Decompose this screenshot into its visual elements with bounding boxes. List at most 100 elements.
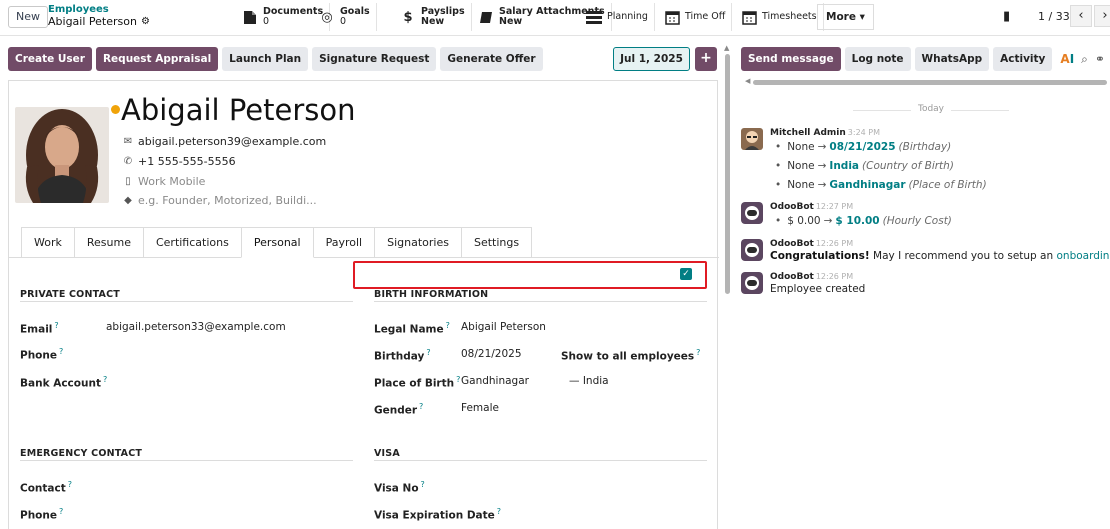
- tab-work[interactable]: Work: [21, 227, 75, 257]
- date-button[interactable]: Jul 1, 2025: [613, 47, 690, 71]
- chatter-hscrollbar[interactable]: ◀: [745, 77, 1107, 85]
- legal-name-value[interactable]: Abigail Peterson: [461, 321, 546, 333]
- country-of-birth-field[interactable]: — India: [569, 375, 609, 387]
- create-user-button[interactable]: Create User: [8, 47, 92, 71]
- gender-field[interactable]: Female: [461, 402, 499, 414]
- visa-heading: VISA: [374, 448, 400, 459]
- place-of-birth-field[interactable]: Gandhinagar: [461, 375, 529, 387]
- envelope-icon: ✉: [123, 136, 133, 147]
- message-author[interactable]: OdooBot: [770, 272, 814, 282]
- tags-row[interactable]: ◆ e.g. Founder, Motorized, Buildi...: [123, 194, 317, 207]
- work-mobile-row[interactable]: ▯ Work Mobile: [123, 175, 205, 188]
- breadcrumb: Employees Abigail Peterson ⚙: [48, 4, 150, 28]
- tab-settings[interactable]: Settings: [460, 227, 533, 257]
- chatter-toolbar: Send message Log note WhatsApp Activity …: [741, 47, 1110, 71]
- smart-button-goals[interactable]: ◎ Goals 0: [313, 3, 377, 31]
- documents-count: 0: [263, 16, 270, 27]
- ai-icon[interactable]: AI: [1060, 52, 1074, 66]
- private-email-value[interactable]: abigail.peterson33@example.com: [106, 321, 286, 333]
- scroll-up-icon[interactable]: ▲: [724, 44, 729, 52]
- pager-next-button[interactable]: ›: [1094, 5, 1110, 27]
- breadcrumb-current-label: Abigail Peterson: [48, 15, 137, 28]
- smart-button-planning[interactable]: Planning: [580, 3, 655, 31]
- birthday-field[interactable]: 08/21/2025: [461, 348, 522, 360]
- message-body: Employee created: [770, 283, 866, 295]
- tab-certifications[interactable]: Certifications: [142, 227, 242, 257]
- launch-plan-button[interactable]: Launch Plan: [222, 47, 309, 71]
- new-button[interactable]: New: [8, 6, 48, 28]
- phone-icon: ✆: [123, 156, 133, 167]
- odoobot-avatar[interactable]: [741, 272, 763, 294]
- gear-icon[interactable]: ⚙: [141, 16, 150, 28]
- generate-offer-button[interactable]: Generate Offer: [440, 47, 543, 71]
- pager-value[interactable]: 1 / 33: [1038, 10, 1070, 23]
- tab-resume[interactable]: Resume: [73, 227, 144, 257]
- activity-button[interactable]: Activity: [993, 47, 1053, 71]
- message-author[interactable]: Mitchell Admin: [770, 128, 846, 138]
- pager-previous-button[interactable]: ‹: [1070, 5, 1092, 27]
- odoobot-avatar[interactable]: [741, 239, 763, 261]
- paperclip-icon[interactable]: ⚭: [1095, 52, 1105, 66]
- scroll-left-icon[interactable]: ◀: [745, 77, 750, 85]
- odoobot-avatar[interactable]: [741, 202, 763, 224]
- work-phone-row[interactable]: ✆ +1 555-555-5556: [123, 155, 236, 168]
- more-button[interactable]: More ▾: [817, 4, 874, 30]
- log-note-button[interactable]: Log note: [844, 47, 911, 71]
- add-button[interactable]: +: [695, 47, 717, 71]
- emergency-contact-heading: EMERGENCY CONTACT: [20, 448, 143, 459]
- visa-no-label: Visa No?: [374, 480, 425, 495]
- request-appraisal-button[interactable]: Request Appraisal: [95, 47, 219, 71]
- emergency-phone-label: Phone?: [20, 507, 64, 522]
- timesheets-label: Timesheets: [762, 11, 817, 22]
- tab-personal[interactable]: Personal: [240, 227, 314, 258]
- signature-request-button[interactable]: Signature Request: [312, 47, 437, 71]
- onboarding-plan-link[interactable]: onboarding plan?: [1056, 250, 1110, 262]
- mobile-icon: ▯: [125, 176, 131, 187]
- employee-name[interactable]: Abigail Peterson: [121, 93, 355, 127]
- visa-expiration-label: Visa Expiration Date?: [374, 507, 502, 522]
- message-author[interactable]: OdooBot: [770, 202, 814, 212]
- avatar[interactable]: [741, 128, 763, 150]
- date-separator: Today: [853, 104, 1009, 114]
- work-mobile-field[interactable]: Work Mobile: [138, 175, 205, 188]
- show-to-all-checkbox[interactable]: ✓: [680, 268, 692, 280]
- planning-icon: [586, 9, 602, 25]
- bookmark-icon[interactable]: ▮: [1003, 9, 1010, 24]
- time-off-label: Time Off: [685, 11, 726, 22]
- emergency-contact-label: Contact?: [20, 480, 72, 495]
- whatsapp-button[interactable]: WhatsApp: [914, 47, 990, 71]
- place-of-birth-label: Place of Birth?: [374, 375, 461, 390]
- message-header: OdooBot 12:26 PM: [770, 239, 853, 249]
- control-panel: New Employees Abigail Peterson ⚙ Documen…: [0, 0, 1110, 36]
- work-email-row[interactable]: ✉ abigail.peterson39@example.com: [123, 135, 326, 148]
- avatar[interactable]: [15, 107, 109, 203]
- message-header: OdooBot 12:26 PM: [770, 272, 853, 282]
- tab-payroll[interactable]: Payroll: [312, 227, 376, 257]
- section-divider: [374, 301, 707, 302]
- section-divider: [374, 460, 707, 461]
- message-header: Mitchell Admin 3:24 PM: [770, 128, 880, 138]
- bank-account-label: Bank Account?: [20, 375, 108, 390]
- form-tabs: Work Resume Certifications Personal Payr…: [21, 227, 533, 258]
- calendar-icon: [664, 9, 680, 25]
- smart-button-timesheets[interactable]: Timesheets: [735, 3, 824, 31]
- message-author[interactable]: OdooBot: [770, 239, 814, 249]
- smart-button-time-off[interactable]: Time Off: [658, 3, 733, 31]
- birth-information-heading: BIRTH INFORMATION: [374, 289, 489, 300]
- search-icon[interactable]: ⌕: [1081, 52, 1088, 67]
- message-body: Congratulations! May I recommend you to …: [770, 250, 1110, 262]
- payslips-value: New: [421, 16, 445, 27]
- tags-field[interactable]: e.g. Founder, Motorized, Buildi...: [138, 194, 317, 207]
- show-to-all-label: Show to all employees?: [561, 348, 701, 363]
- smart-button-payslips[interactable]: $ Payslips New: [394, 3, 472, 31]
- work-email[interactable]: abigail.peterson39@example.com: [138, 135, 326, 148]
- send-message-button[interactable]: Send message: [741, 47, 841, 71]
- message-header: OdooBot 12:27 PM: [770, 202, 853, 212]
- work-phone[interactable]: +1 555-555-5556: [138, 155, 236, 168]
- action-bar: Create User Request Appraisal Launch Pla…: [8, 47, 543, 71]
- tab-signatories[interactable]: Signatories: [374, 227, 462, 257]
- scrollbar-thumb[interactable]: [725, 54, 730, 294]
- form-scrollbar[interactable]: ▲: [724, 44, 731, 294]
- scrollbar-thumb[interactable]: [753, 80, 1107, 85]
- breadcrumb-current: Abigail Peterson ⚙: [48, 16, 150, 28]
